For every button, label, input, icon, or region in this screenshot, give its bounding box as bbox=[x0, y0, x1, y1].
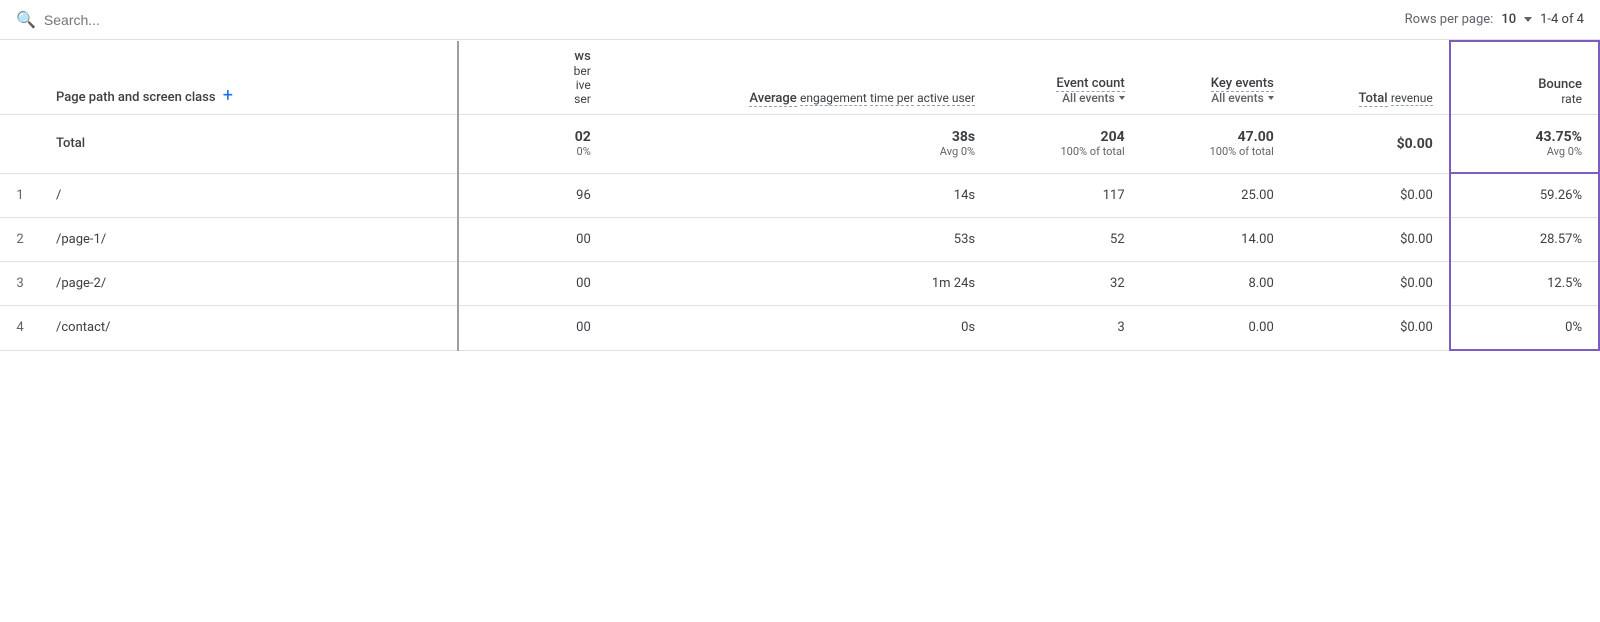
row-views: 00 bbox=[458, 306, 607, 351]
avg-engagement-header: Average engagement time per active user bbox=[607, 41, 991, 115]
dimension-header-label: Page path and screen class bbox=[56, 90, 216, 105]
total-views: 02 0% bbox=[458, 115, 607, 174]
avg-engagement-label-sub3: active user bbox=[917, 91, 975, 106]
avg-engagement-label-sub2: time per bbox=[870, 91, 914, 106]
row-total-revenue: $0.00 bbox=[1290, 218, 1450, 262]
bounce-rate-label-sub: rate bbox=[1467, 92, 1582, 106]
bounce-rate-header: Bounce rate bbox=[1450, 41, 1599, 115]
rows-per-page-value: 10 bbox=[1501, 12, 1516, 27]
row-key-events: 0.00 bbox=[1141, 306, 1290, 351]
row-avg-engagement: 14s bbox=[607, 173, 991, 218]
row-dimension: /contact/ bbox=[40, 306, 458, 351]
row-event-count: 52 bbox=[991, 218, 1141, 262]
row-avg-engagement: 0s bbox=[607, 306, 991, 351]
row-key-events: 8.00 bbox=[1141, 262, 1290, 306]
views-label-4: ser bbox=[475, 92, 591, 106]
toolbar: 🔍 Rows per page: 10 1-4 of 4 bbox=[0, 0, 1600, 40]
views-header: ws ber ive ser bbox=[458, 41, 607, 115]
event-count-filter[interactable]: All events bbox=[1062, 91, 1125, 105]
views-label-2: ber bbox=[475, 64, 591, 78]
row-index: 1 bbox=[0, 173, 40, 218]
key-events-chevron-icon bbox=[1268, 96, 1274, 100]
row-views: 96 bbox=[458, 173, 607, 218]
table-container: Page path and screen class + ws ber ive … bbox=[0, 40, 1600, 351]
row-index: 2 bbox=[0, 218, 40, 262]
row-bounce-rate: 0% bbox=[1450, 306, 1599, 351]
rows-per-page-label: Rows per page: bbox=[1405, 12, 1494, 27]
row-total-revenue: $0.00 bbox=[1290, 262, 1450, 306]
pagination-info: 1-4 of 4 bbox=[1540, 12, 1584, 27]
views-label-3: ive bbox=[475, 78, 591, 92]
total-revenue-header: Total revenue bbox=[1290, 41, 1450, 115]
views-label-1: ws bbox=[475, 49, 591, 64]
dimension-header: Page path and screen class + bbox=[40, 41, 458, 115]
row-event-count: 117 bbox=[991, 173, 1141, 218]
row-dimension: /page-1/ bbox=[40, 218, 458, 262]
row-views: 00 bbox=[458, 218, 607, 262]
table-row: 3 /page-2/ 00 1m 24s 32 8.00 $0.00 12.5% bbox=[0, 262, 1599, 306]
search-input[interactable] bbox=[44, 12, 1397, 28]
row-index: 3 bbox=[0, 262, 40, 306]
toolbar-right: Rows per page: 10 1-4 of 4 bbox=[1405, 12, 1584, 27]
avg-engagement-label-sub1: engagement bbox=[800, 91, 867, 106]
avg-engagement-label-main: Average bbox=[749, 91, 796, 107]
total-bounce-rate: 43.75% Avg 0% bbox=[1450, 115, 1599, 174]
rows-per-page-chevron-icon[interactable] bbox=[1524, 17, 1532, 22]
table-row: 2 /page-1/ 00 53s 52 14.00 $0.00 28.57% bbox=[0, 218, 1599, 262]
row-key-events: 25.00 bbox=[1141, 173, 1290, 218]
row-dimension: / bbox=[40, 173, 458, 218]
total-row: Total 02 0% 38s Avg 0% 204 100% of total… bbox=[0, 115, 1599, 174]
row-event-count: 3 bbox=[991, 306, 1141, 351]
total-event-count: 204 100% of total bbox=[991, 115, 1141, 174]
row-key-events: 14.00 bbox=[1141, 218, 1290, 262]
total-avg-engagement: 38s Avg 0% bbox=[607, 115, 991, 174]
row-views: 00 bbox=[458, 262, 607, 306]
key-events-label: Key events bbox=[1211, 76, 1274, 92]
total-dimension: Total bbox=[40, 115, 458, 174]
add-column-button[interactable]: + bbox=[223, 85, 233, 106]
table-row: 4 /contact/ 00 0s 3 0.00 $0.00 0% bbox=[0, 306, 1599, 351]
row-index: 4 bbox=[0, 306, 40, 351]
data-table: Page path and screen class + ws ber ive … bbox=[0, 40, 1600, 351]
total-revenue-label-sub: revenue bbox=[1391, 91, 1433, 106]
row-bounce-rate: 12.5% bbox=[1450, 262, 1599, 306]
index-header bbox=[0, 41, 40, 115]
table-row: 1 / 96 14s 117 25.00 $0.00 59.26% bbox=[0, 173, 1599, 218]
row-total-revenue: $0.00 bbox=[1290, 173, 1450, 218]
row-avg-engagement: 1m 24s bbox=[607, 262, 991, 306]
row-event-count: 32 bbox=[991, 262, 1141, 306]
header-row: Page path and screen class + ws ber ive … bbox=[0, 41, 1599, 115]
total-index bbox=[0, 115, 40, 174]
row-avg-engagement: 53s bbox=[607, 218, 991, 262]
row-bounce-rate: 59.26% bbox=[1450, 173, 1599, 218]
event-count-chevron-icon bbox=[1119, 96, 1125, 100]
total-key-events: 47.00 100% of total bbox=[1141, 115, 1290, 174]
key-events-filter[interactable]: All events bbox=[1211, 91, 1274, 105]
total-revenue-label-main: Total bbox=[1359, 91, 1388, 107]
search-icon: 🔍 bbox=[16, 10, 36, 29]
event-count-label: Event count bbox=[1056, 76, 1124, 92]
key-events-header: Key events All events bbox=[1141, 41, 1290, 115]
row-total-revenue: $0.00 bbox=[1290, 306, 1450, 351]
total-revenue: $0.00 bbox=[1290, 115, 1450, 174]
bounce-rate-label-main: Bounce bbox=[1467, 77, 1582, 92]
row-bounce-rate: 28.57% bbox=[1450, 218, 1599, 262]
event-count-header: Event count All events bbox=[991, 41, 1141, 115]
row-dimension: /page-2/ bbox=[40, 262, 458, 306]
